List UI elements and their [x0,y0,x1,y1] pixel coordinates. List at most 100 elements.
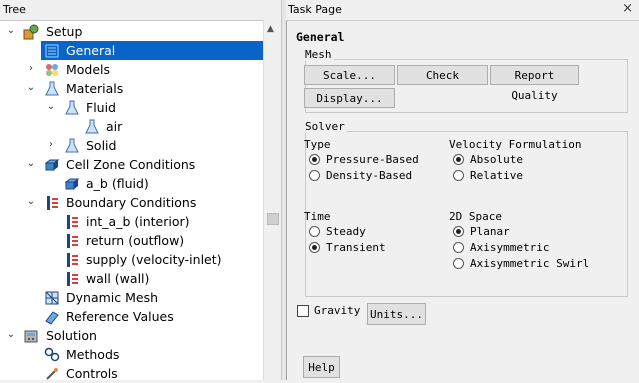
tree-item-methods[interactable]: Methods [0,345,263,364]
report-quality-button[interactable]: Report Quality [490,65,579,102]
tree-item-materials[interactable]: ⌄ Materials [0,79,263,98]
transient-radio[interactable] [309,242,320,253]
tree-scrollbar[interactable]: ▲ [263,20,281,380]
time-label: Time [304,210,331,223]
task-page-title: Task Page [288,3,342,16]
solver-legend: Solver [303,120,347,133]
page-heading: General [296,30,345,44]
planar-label: Planar [470,225,510,238]
chevron-down-icon[interactable]: ⌄ [45,101,57,113]
tree-item-controls[interactable]: Controls [0,364,263,383]
tree-item-label: Controls [66,366,118,381]
flask-icon [45,81,59,96]
tree-item-air[interactable]: air [0,117,263,136]
check-button[interactable]: Check [397,65,488,85]
relative-radio[interactable] [453,170,464,181]
axisymmetric-swirl-radio[interactable] [453,258,464,269]
flask-icon [65,100,79,115]
methods-icon [44,347,60,362]
density-based-label: Density-Based [326,169,413,182]
pressure-based-label: Pressure-Based [326,153,419,166]
chevron-right-icon[interactable]: › [25,63,37,75]
tree-item-label: Solution [46,328,97,343]
tree-item-label: Materials [66,81,124,96]
dynamic-mesh-icon [45,291,59,305]
setup-icon [23,24,39,40]
tree-item-solid[interactable]: › Solid [0,136,263,155]
scale-button[interactable]: Scale... [304,65,395,85]
tree-panel: Tree ⌄ Setup General › Models ⌄ Material… [0,0,281,383]
axisymmetric-radio[interactable] [453,242,464,253]
tree-item-label: Methods [66,347,120,362]
close-icon[interactable]: × [622,1,633,16]
2d-space-label: 2D Space [449,210,502,223]
flask-icon [85,119,99,134]
chevron-down-icon[interactable]: ⌄ [5,329,17,341]
tree-item-dynamic-mesh[interactable]: Dynamic Mesh [0,288,263,307]
tree-item-label: Cell Zone Conditions [66,157,196,172]
chevron-down-icon[interactable]: ⌄ [5,25,17,37]
tree-item-a-b-fluid[interactable]: a_b (fluid) [0,174,263,193]
models-icon [46,64,58,76]
tree-item-cell-zone-conditions[interactable]: ⌄ Cell Zone Conditions [0,155,263,174]
relative-label: Relative [470,169,523,182]
transient-label: Transient [326,241,386,254]
density-based-radio[interactable] [309,170,320,181]
flask-icon [65,138,79,153]
axisymmetric-swirl-label: Axisymmetric Swirl [470,257,590,270]
tree-item-label: return (outflow) [86,233,185,248]
tree-item-wall[interactable]: wall (wall) [0,269,263,288]
task-panel: Task Page × General Mesh Scale... Check … [286,0,639,380]
tree-item-label: wall (wall) [86,271,150,286]
solution-icon [24,330,38,343]
reference-values-icon [45,311,59,325]
tree-item-label: Fluid [86,100,116,115]
tree-item-models[interactable]: › Models [0,60,263,79]
steady-label: Steady [326,225,366,238]
steady-radio[interactable] [309,226,320,237]
tree-item-label: Solid [86,138,117,153]
gravity-checkbox[interactable] [297,305,309,317]
gravity-label: Gravity [314,304,361,317]
chevron-right-icon[interactable]: › [45,139,57,151]
tree-item-reference-values[interactable]: Reference Values [0,307,263,326]
boundary-icon [67,272,78,286]
tree-item-label: supply (velocity-inlet) [86,252,222,267]
tree-header: Tree [0,0,281,21]
planar-radio[interactable] [453,226,464,237]
tree-item-boundary-conditions[interactable]: ⌄ Boundary Conditions [0,193,263,212]
chevron-down-icon[interactable]: ⌄ [25,82,37,94]
absolute-radio[interactable] [453,154,464,165]
units-button[interactable]: Units... [367,303,426,325]
tree-item-label: Setup [46,24,83,39]
boundary-icon [67,234,78,248]
tree-item-label: Boundary Conditions [66,195,197,210]
tree-item-label: Models [66,62,111,77]
scroll-thumb[interactable] [267,213,279,225]
tree-item-label: air [106,119,123,134]
boundary-icon [47,196,58,210]
tree-item-supply[interactable]: supply (velocity-inlet) [0,250,263,269]
task-header: Task Page × [286,0,639,21]
tree-item-label: a_b (fluid) [86,176,149,191]
help-button[interactable]: Help [303,356,340,378]
chevron-down-icon[interactable]: ⌄ [25,196,37,208]
pressure-based-radio[interactable] [309,154,320,165]
tree-item-setup[interactable]: ⌄ Setup [0,22,263,41]
tree-item-general[interactable]: General [0,41,263,60]
tree-item-label: Reference Values [66,309,174,324]
cell-zone-icon [64,178,80,190]
scroll-up-arrow-icon[interactable]: ▲ [267,24,274,34]
tree-item-return[interactable]: return (outflow) [0,231,263,250]
chevron-down-icon[interactable]: ⌄ [25,158,37,170]
tree-item-fluid[interactable]: ⌄ Fluid [0,98,263,117]
tree-item-label: Dynamic Mesh [66,290,159,305]
task-body: General Mesh Scale... Check Report Quali… [286,21,639,380]
absolute-label: Absolute [470,153,523,166]
tree-item-int-a-b[interactable]: int_a_b (interior) [0,212,263,231]
tree-item-label: General [66,43,116,58]
display-button[interactable]: Display... [304,88,395,108]
boundary-icon [67,253,78,267]
tree-item-solution[interactable]: ⌄ Solution [0,326,263,345]
velocity-formulation-label: Velocity Formulation [449,138,582,151]
